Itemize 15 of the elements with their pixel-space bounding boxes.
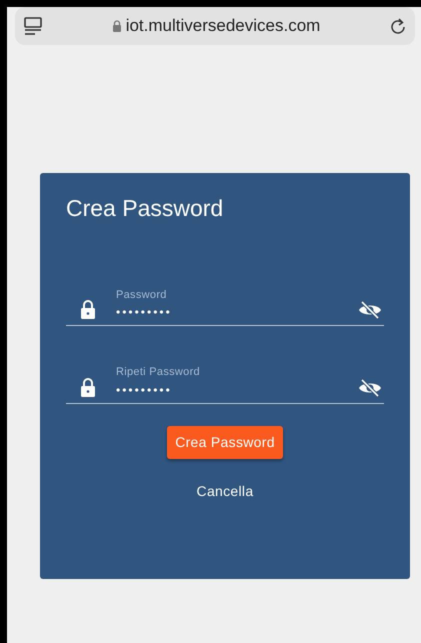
- lock-icon: [80, 376, 96, 397]
- eye-slash-icon[interactable]: [358, 378, 382, 397]
- password-field[interactable]: •••••••••: [116, 380, 316, 399]
- card-title: Crea Password: [66, 195, 224, 223]
- reload-icon[interactable]: [389, 16, 407, 36]
- cancel-button[interactable]: Cancella: [192, 478, 258, 504]
- url-text: iot.multiversedevices.com: [126, 15, 320, 38]
- address-bar[interactable]: iot.multiversedevices.com: [15, 7, 415, 45]
- password-field[interactable]: •••••••••: [116, 303, 316, 322]
- tabs-icon[interactable]: [23, 16, 43, 36]
- eye-slash-icon[interactable]: [358, 301, 382, 320]
- lock-icon: [112, 20, 122, 32]
- field-label: Password: [116, 288, 168, 303]
- field-label: Ripeti Password: [116, 365, 201, 380]
- lock-icon: [80, 299, 96, 320]
